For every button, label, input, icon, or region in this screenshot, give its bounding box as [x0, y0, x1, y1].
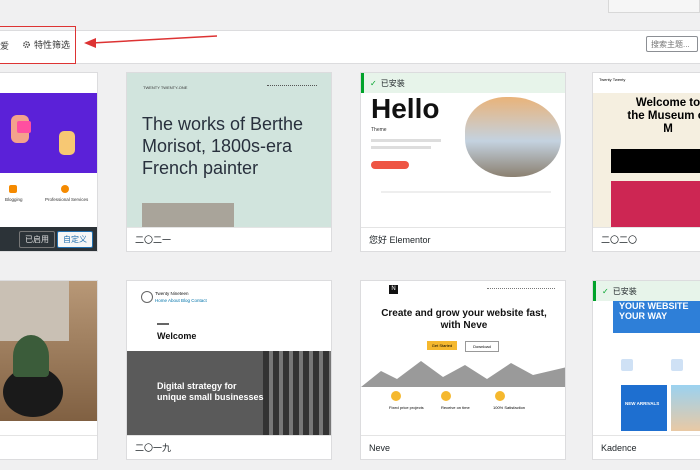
- theme-card-twentynineteen[interactable]: Twenty Nineteen Home About Blog Contact …: [126, 280, 332, 460]
- hello-sub: Theme: [371, 127, 387, 133]
- check-icon: ✓: [370, 78, 377, 88]
- top-strip-tab: [608, 0, 700, 13]
- mini-button: Download: [465, 341, 499, 352]
- theme-headline: Create and grow your website fast, with …: [381, 308, 547, 331]
- theme-name: 二〇一九: [127, 435, 331, 459]
- theme-name: 您好 Elementor: [361, 227, 565, 251]
- mini-text: Professional Services: [45, 197, 89, 202]
- theme-screenshot: Twenty Nineteen Home About Blog Contact …: [127, 281, 331, 437]
- mini-feature: 100% Satisfaction: [493, 405, 526, 410]
- annotation-box: [0, 26, 76, 64]
- mini-feature: Fixed price projects: [389, 405, 424, 410]
- mini-header: TWENTY TWENTY-ONE: [143, 85, 188, 90]
- hero-text: Digital strategy for unique small busine…: [157, 381, 264, 402]
- active-button[interactable]: 已启用: [19, 231, 55, 248]
- mini-site: Twenty Twenty: [599, 77, 626, 82]
- top-strip: [0, 0, 700, 30]
- theme-screenshot: Hello Theme: [361, 73, 565, 229]
- theme-card-twentytwentyone[interactable]: TWENTY TWENTY-ONE The works of Berthe Mo…: [126, 72, 332, 252]
- installed-banner: ✓ 已安装: [593, 281, 700, 301]
- mini-text: Blogging: [5, 197, 23, 202]
- theme-card-neve[interactable]: N Create and grow your website fast, wit…: [360, 280, 566, 460]
- theme-card-kadence[interactable]: YOUR WEBSITE YOUR WAY NEW ARRIVALS ✓ 已安装…: [592, 280, 700, 460]
- mini-menu: Home About Blog Contact: [155, 298, 207, 303]
- mini-button: Get Started: [427, 341, 457, 350]
- theme-card-plant[interactable]: [0, 280, 98, 460]
- mini-label: NEW ARRIVALS: [625, 401, 660, 406]
- theme-card-twentytwenty[interactable]: Twenty Twenty Welcome to the Museum of M…: [592, 72, 700, 252]
- theme-screenshot: Blogging Professional Services: [0, 73, 97, 229]
- theme-screenshot: [0, 281, 97, 437]
- theme-name: [0, 435, 97, 459]
- mini-feature: Receive on time: [441, 405, 470, 410]
- installed-label: 已安装: [612, 286, 637, 296]
- search-input[interactable]: [646, 36, 698, 52]
- hello-text: Hello: [371, 93, 440, 124]
- annotation-arrow: [84, 35, 217, 48]
- theme-headline: Welcome to the Museum of M: [627, 97, 700, 135]
- mini-site: Twenty Nineteen: [155, 291, 189, 296]
- theme-screenshot: YOUR WEBSITE YOUR WAY NEW ARRIVALS: [593, 281, 700, 437]
- check-icon: ✓: [602, 286, 609, 296]
- theme-card-active[interactable]: Blogging Professional Services 已启用 自定义: [0, 72, 98, 252]
- theme-name: Kadence: [593, 435, 700, 459]
- theme-screenshot: Twenty Twenty Welcome to the Museum of M: [593, 73, 700, 229]
- theme-headline: YOUR WEBSITE YOUR WAY: [619, 301, 689, 321]
- theme-headline: The works of Berthe Morisot, 1800s-era F…: [142, 114, 304, 178]
- installed-label: 已安装: [380, 78, 405, 88]
- theme-headline: Welcome: [157, 331, 197, 341]
- theme-screenshot: N Create and grow your website fast, wit…: [361, 281, 565, 437]
- theme-actions: 已启用 自定义: [0, 227, 97, 251]
- theme-name: 二〇二一: [127, 227, 331, 251]
- theme-card-hello-elementor[interactable]: Hello Theme ✓ 已安装 您好 Elementor: [360, 72, 566, 252]
- theme-name: Neve: [361, 435, 565, 459]
- customize-button[interactable]: 自定义: [57, 231, 93, 248]
- theme-screenshot: TWENTY TWENTY-ONE The works of Berthe Mo…: [127, 73, 331, 229]
- installed-banner: ✓ 已安装: [361, 73, 565, 93]
- theme-name: 二〇二〇: [593, 227, 700, 251]
